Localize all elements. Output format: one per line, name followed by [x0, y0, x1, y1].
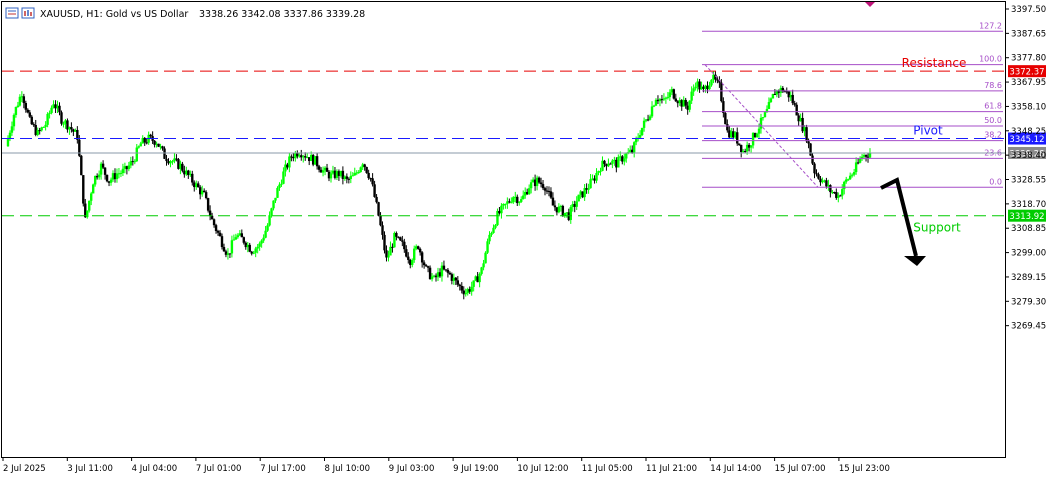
price-tag-support: 3313.92 — [1008, 209, 1046, 222]
y-tick-label: 3279.30 — [1011, 297, 1046, 307]
y-tick-label: 3367.95 — [1011, 78, 1046, 88]
level-name-resistance: Resistance — [902, 56, 967, 70]
candle — [365, 166, 368, 174]
y-tick-label: 3299.00 — [1011, 249, 1046, 259]
price-chart[interactable]: 127.2100.078.661.850.038.223.60.0 Resist… — [0, 0, 1058, 479]
x-tick-label: 3 Jul 11:00 — [67, 464, 113, 474]
candle — [724, 111, 727, 125]
candle — [577, 194, 580, 202]
fib-level-label: 50.0 — [984, 116, 1002, 125]
candle — [80, 154, 83, 176]
y-tick-label: 3308.85 — [1011, 224, 1046, 234]
candle — [91, 183, 95, 194]
level-name-pivot: Pivot — [913, 124, 943, 138]
x-tick-label: 15 Jul 23:00 — [839, 464, 890, 474]
fib-level-label: 0.0 — [989, 177, 1002, 186]
x-tick-label: 4 Jul 04:00 — [132, 464, 178, 474]
fib-level-label: 100.0 — [979, 55, 1002, 64]
symbol-title: XAUUSD, H1: Gold vs US Dollar — [40, 9, 188, 20]
x-tick-label: 2 Jul 2025 — [3, 464, 46, 474]
y-tick-label: 3289.15 — [1011, 273, 1046, 283]
symbol-header: XAUUSD, H1: Gold vs US Dollar 3338.26 33… — [5, 7, 365, 20]
y-tick-label: 3397.50 — [1011, 5, 1046, 15]
svg-text:3372.37: 3372.37 — [1009, 68, 1044, 78]
candle — [809, 143, 812, 156]
chart-menu-icon[interactable] — [5, 7, 19, 19]
price-tag-resistance: 3372.37 — [1008, 65, 1046, 78]
fib-level-label: 127.2 — [979, 21, 1002, 30]
candle — [206, 197, 210, 213]
candle — [640, 127, 644, 136]
candle — [105, 174, 109, 183]
candle — [276, 186, 279, 199]
x-tick-label: 9 Jul 03:00 — [389, 464, 435, 474]
fib-level-label: 78.6 — [984, 81, 1002, 90]
y-tick-label: 3338.40 — [1011, 151, 1046, 161]
x-tick-label: 7 Jul 01:00 — [196, 464, 242, 474]
x-tick-label: 10 Jul 12:00 — [517, 464, 568, 474]
candle — [359, 166, 362, 173]
x-tick-label: 7 Jul 17:00 — [260, 464, 306, 474]
svg-text:3313.92: 3313.92 — [1009, 212, 1044, 222]
y-tick-label: 3269.45 — [1011, 322, 1046, 332]
y-tick-label: 3328.55 — [1011, 176, 1046, 186]
candle — [377, 201, 380, 217]
x-tick-label: 9 Jul 19:00 — [453, 464, 499, 474]
ohlc-values: 3338.26 3342.08 3337.86 3339.28 — [199, 9, 365, 20]
y-tick-label: 3318.70 — [1011, 200, 1046, 210]
candle — [672, 88, 676, 100]
chart-root: 127.2 100.0 78.6 61.8 50.0 38.2 23.6 0.0 Resist… — [0, 0, 1058, 479]
x-tick-label: 14 Jul 14:00 — [710, 464, 761, 474]
x-tick-label: 11 Jul 05:00 — [582, 464, 633, 474]
candle — [82, 175, 85, 207]
candle — [484, 251, 487, 264]
y-tick-label: 3358.10 — [1011, 102, 1046, 112]
candle — [60, 110, 63, 126]
x-tick-label: 8 Jul 10:00 — [325, 464, 371, 474]
y-tick-label: 3387.65 — [1011, 29, 1046, 39]
x-tick-label: 11 Jul 21:00 — [646, 464, 697, 474]
fib-level-label: 61.8 — [984, 102, 1002, 111]
x-tick-label: 15 Jul 07:00 — [775, 464, 826, 474]
y-tick-label: 3348.25 — [1011, 127, 1046, 137]
y-tick-label: 3377.80 — [1011, 54, 1046, 64]
level-name-support: Support — [913, 221, 961, 235]
